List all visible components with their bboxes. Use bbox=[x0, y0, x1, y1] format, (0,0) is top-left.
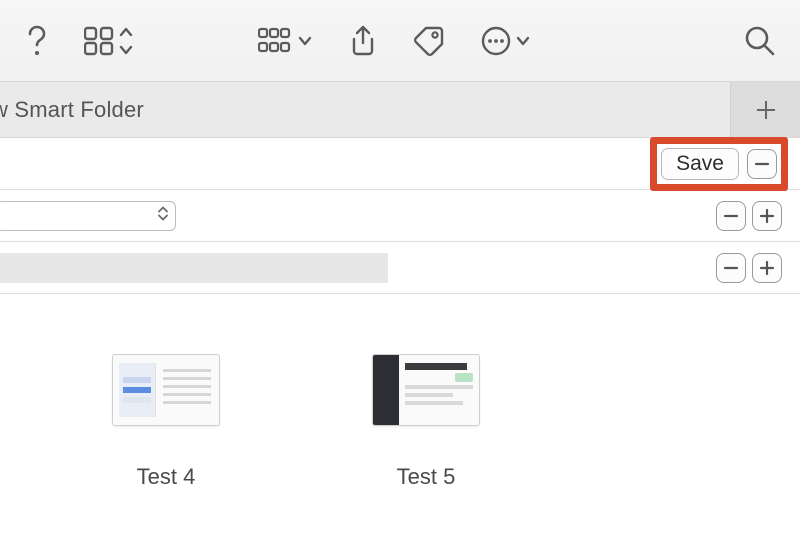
group-button[interactable] bbox=[258, 21, 314, 61]
thumb-decoration bbox=[163, 369, 211, 409]
grid-view-icon bbox=[84, 26, 134, 56]
minus-icon bbox=[723, 260, 739, 276]
plus-icon bbox=[759, 260, 775, 276]
minus-icon bbox=[723, 208, 739, 224]
criteria-row bbox=[0, 242, 800, 294]
help-button[interactable] bbox=[24, 21, 50, 61]
window-title: w Smart Folder bbox=[0, 97, 144, 123]
add-tab-button[interactable] bbox=[730, 82, 800, 137]
results-area: Test 4 Test 5 bbox=[0, 294, 800, 541]
plus-icon bbox=[754, 98, 778, 122]
share-icon bbox=[348, 24, 378, 58]
thumb-decoration bbox=[373, 355, 399, 425]
thumb-decoration bbox=[455, 373, 473, 382]
file-thumbnail bbox=[372, 354, 480, 426]
add-criteria-button[interactable] bbox=[752, 253, 782, 283]
criteria-popup[interactable] bbox=[0, 201, 176, 231]
thumb-decoration bbox=[405, 363, 467, 370]
criteria-header-row: Save bbox=[0, 138, 800, 190]
criteria-row bbox=[0, 190, 800, 242]
plus-icon bbox=[759, 208, 775, 224]
remove-criteria-button[interactable] bbox=[747, 149, 777, 179]
file-name: Test 5 bbox=[397, 464, 456, 490]
remove-criteria-button[interactable] bbox=[716, 253, 746, 283]
icon-view-button[interactable] bbox=[84, 21, 134, 61]
help-icon bbox=[24, 24, 50, 58]
file-item[interactable]: Test 4 bbox=[96, 354, 236, 490]
tag-button[interactable] bbox=[412, 21, 446, 61]
file-item[interactable]: Test 5 bbox=[356, 354, 496, 490]
add-criteria-button[interactable] bbox=[752, 201, 782, 231]
save-highlight: Save bbox=[650, 137, 788, 191]
remove-criteria-button[interactable] bbox=[716, 201, 746, 231]
ellipsis-circle-icon bbox=[480, 25, 532, 57]
tag-icon bbox=[412, 24, 446, 58]
thumb-decoration bbox=[405, 385, 473, 409]
stepper-icon bbox=[157, 204, 169, 227]
search-criteria: Save bbox=[0, 138, 800, 294]
minus-icon bbox=[754, 156, 770, 172]
search-icon bbox=[744, 25, 776, 57]
more-actions-button[interactable] bbox=[480, 21, 532, 61]
file-name: Test 4 bbox=[137, 464, 196, 490]
criteria-value-field[interactable] bbox=[0, 253, 388, 283]
toolbar bbox=[0, 0, 800, 82]
share-button[interactable] bbox=[348, 21, 378, 61]
save-button[interactable]: Save bbox=[661, 148, 739, 180]
path-bar: w Smart Folder bbox=[0, 82, 800, 138]
group-icon bbox=[258, 26, 314, 56]
search-button[interactable] bbox=[744, 21, 776, 61]
file-thumbnail bbox=[112, 354, 220, 426]
